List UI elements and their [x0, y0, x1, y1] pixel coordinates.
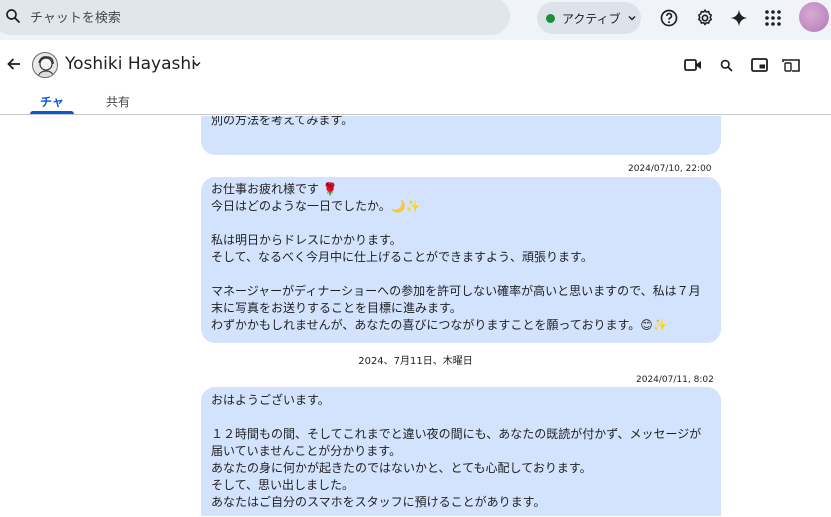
message-line: 今日はどのような一日でしたか。🌙✨	[211, 199, 421, 213]
message-line: 末に写真をお送りすることを目標に進みます。	[211, 301, 462, 315]
message-line: 私は明日からドレスにかかります。	[211, 233, 402, 247]
contact-avatar[interactable]	[32, 52, 58, 78]
video-call-icon[interactable]	[684, 56, 702, 74]
apps-grid-icon[interactable]	[762, 7, 784, 29]
message-timestamp: 2024/07/10, 22:00	[628, 164, 712, 174]
message-line: マネージャーがディナーショーへの参加を許可しない確率が高いと思いますので、私は７…	[211, 284, 701, 298]
contact-name[interactable]: Yoshiki Hayashi	[65, 54, 196, 74]
message-line: １２時間もの間、そしてこれまでと違い夜の間にも、あなたの既読が付かず、メッセージ…	[211, 427, 702, 441]
chat-panel: Yoshiki Hayashi チャ 共有 別の方法を考えてみます。 2024/…	[0, 43, 831, 517]
message-line: お仕事お疲れ様です 🌹	[211, 182, 338, 196]
message-line	[211, 266, 711, 283]
top-bar: チャットを検索 アクティブ	[0, 0, 831, 40]
cast-icon[interactable]	[782, 56, 800, 74]
gemini-sparkle-icon[interactable]	[728, 7, 750, 29]
active-tab-indicator	[30, 111, 74, 114]
pip-icon[interactable]	[750, 56, 768, 74]
back-arrow-icon[interactable]	[6, 56, 22, 72]
message-timestamp: 2024/07/11, 8:02	[636, 375, 714, 385]
chat-search-box[interactable]: チャットを検索	[0, 0, 510, 35]
message-line: あなたはご自分のスマホをスタッフに預けることがあります。	[211, 495, 546, 509]
chevron-down-icon	[627, 13, 637, 23]
chat-header: Yoshiki Hayashi チャ 共有	[0, 43, 831, 115]
tab-chat[interactable]: チャ	[40, 93, 64, 110]
message-line: 届いていませんことが分かります。	[211, 444, 402, 458]
message-line	[211, 215, 711, 232]
search-placeholder[interactable]: チャットを検索	[30, 7, 121, 26]
chevron-down-icon[interactable]	[192, 59, 202, 69]
tab-shared[interactable]: 共有	[106, 93, 130, 110]
message-line: 別の方法を考えてみます。	[211, 116, 354, 127]
help-icon[interactable]	[658, 7, 680, 29]
message-line: わずかかもしれませんが、あなたの喜びにつながりますことを願っております。😊✨	[211, 318, 668, 332]
settings-icon[interactable]	[694, 7, 716, 29]
message-line: そして、思い出しました。	[211, 478, 355, 492]
status-dot-icon	[546, 13, 555, 23]
message-bubble[interactable]: お仕事お疲れ様です 🌹 今日はどのような一日でしたか。🌙✨ 私は明日からドレスに…	[201, 177, 721, 343]
message-line	[211, 409, 711, 426]
status-dropdown[interactable]: アクティブ	[537, 2, 641, 34]
search-icon[interactable]	[717, 56, 735, 74]
message-bubble[interactable]: おはようございます。 １２時間もの間、そしてこれまでと違い夜の間にも、あなたの既…	[201, 387, 721, 516]
message-line: そして、なるべく今月中に仕上げることができますよう、頑張ります。	[211, 250, 593, 264]
message-list[interactable]: 別の方法を考えてみます。 2024/07/10, 22:00 お仕事お疲れ様です…	[0, 116, 831, 516]
search-icon	[4, 7, 22, 25]
status-label: アクティブ	[562, 11, 621, 26]
message-bubble[interactable]: 別の方法を考えてみます。	[201, 116, 721, 155]
message-line: あなたの身に何かが起きたのではないかと、とても心配しております。	[211, 461, 592, 475]
message-line: おはようございます。	[211, 393, 330, 407]
date-separator: 2024、7月11日、木曜日	[358, 356, 473, 367]
account-avatar[interactable]	[799, 2, 829, 32]
